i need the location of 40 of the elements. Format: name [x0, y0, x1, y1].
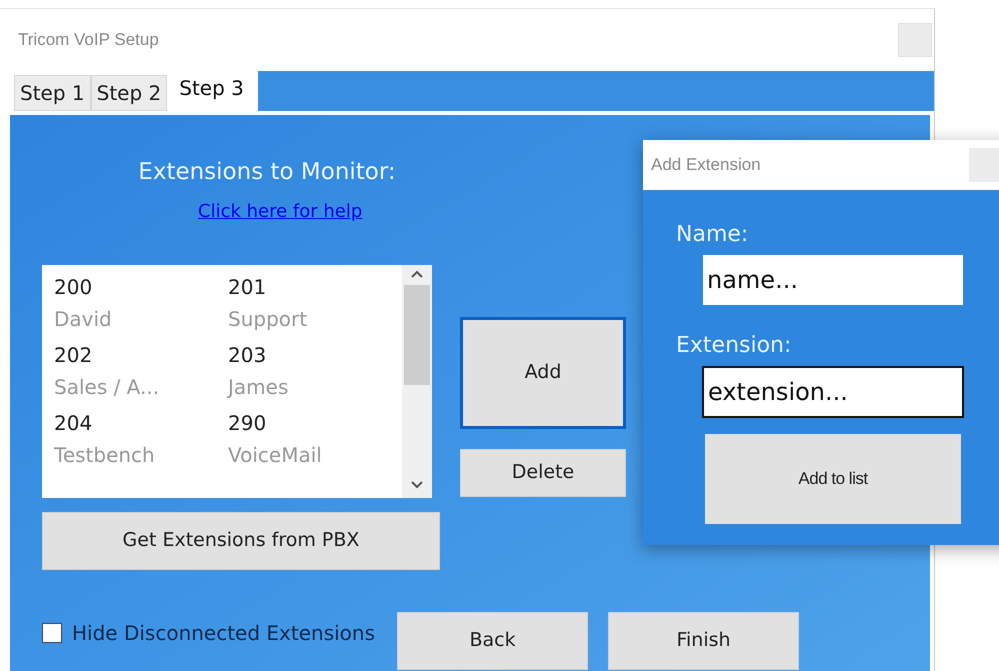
add-button[interactable]: Add: [460, 316, 626, 428]
extension-number: 290: [228, 410, 268, 436]
scrollbar[interactable]: [402, 264, 432, 498]
delete-button[interactable]: Delete: [460, 448, 626, 496]
extension-number: 201: [228, 274, 268, 300]
name-field[interactable]: name...: [703, 255, 963, 305]
list-item[interactable]: 201 Support: [228, 270, 402, 334]
scroll-thumb[interactable]: [404, 284, 430, 384]
extension-name: David: [54, 306, 113, 332]
field-label: Name:: [676, 221, 750, 249]
field-label: Extension:: [676, 332, 792, 360]
dialog-title: Add Extension: [651, 154, 761, 176]
back-button[interactable]: Back: [397, 612, 588, 670]
tab[interactable]: Step 1: [14, 75, 91, 111]
extension-name: Support: [228, 306, 308, 332]
checkbox-label: Hide Disconnected Extensions: [72, 620, 376, 646]
scroll-down-icon[interactable]: [411, 480, 423, 490]
list-item[interactable]: 204 Testbench: [54, 406, 228, 470]
list-item[interactable]: 200 David: [54, 270, 228, 334]
list-item[interactable]: 203 James: [228, 338, 402, 402]
extension-number: 202: [54, 342, 94, 368]
scroll-up-icon[interactable]: [411, 268, 423, 278]
heading: Extensions to Monitor:: [137, 158, 397, 187]
extension-field[interactable]: extension...: [702, 366, 964, 418]
extension-number: 200: [54, 274, 94, 300]
extension-name: Sales / A...: [54, 374, 160, 400]
list-item[interactable]: 290 VoiceMail: [228, 406, 402, 470]
finish-button[interactable]: Finish: [608, 612, 800, 670]
window-title: Tricom VoIP Setup: [18, 29, 159, 52]
close-button[interactable]: [898, 23, 932, 57]
tab[interactable]: Step 2: [90, 75, 168, 111]
extension-name: Testbench: [54, 442, 156, 468]
list-item[interactable]: 202 Sales / A...: [54, 338, 228, 402]
extension-number: 203: [228, 342, 268, 368]
add-to-list-button[interactable]: Add to list: [705, 434, 961, 524]
extension-name: James: [228, 374, 290, 400]
extension-number: 204: [54, 410, 94, 436]
get-extensions-button[interactable]: Get Extensions from PBX: [42, 512, 440, 570]
checkbox[interactable]: [42, 622, 62, 642]
extension-name: VoiceMail: [228, 442, 323, 468]
